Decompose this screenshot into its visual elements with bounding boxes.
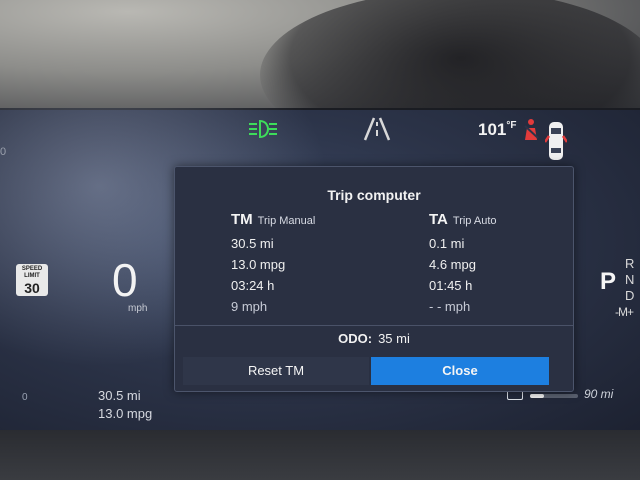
current-gear: P — [600, 268, 617, 295]
trip-auto-label: Trip Auto — [452, 215, 497, 227]
trip-auto-column: TA Trip Auto 0.1 mi 4.6 mpg 01:45 h - - m… — [429, 211, 497, 317]
headlight-icon — [246, 118, 280, 140]
temperature-unit: °F — [506, 120, 517, 131]
odometer-label: ODO: — [338, 331, 373, 346]
odometer: ODO: 35 mi — [175, 331, 573, 346]
speed-limit-value: 30 — [24, 280, 40, 296]
trip-auto-distance: 0.1 mi — [429, 236, 465, 251]
lane-assist-icon — [362, 116, 392, 142]
trip-manual-header: TM Trip Manual — [231, 211, 315, 233]
trip-auto-header: TA Trip Auto — [429, 211, 497, 233]
temperature-value: 101 — [478, 120, 507, 139]
gear-selector-list: R N D -M+ — [615, 256, 635, 320]
speed-unit: mph — [128, 303, 148, 314]
trip-manual-speed: 9 mph — [231, 299, 268, 314]
seatbelt-warning-icon — [520, 118, 542, 142]
car-door-icon — [543, 120, 569, 164]
edge-scale-label: 0 — [0, 146, 7, 158]
odometer-value: 35 mi — [378, 331, 410, 346]
reset-tm-button[interactable]: Reset TM — [183, 357, 369, 385]
dialog-title: Trip computer — [327, 187, 421, 203]
fuel-level-fill — [530, 394, 545, 398]
fuel-level-bar — [530, 394, 578, 398]
trip-computer-dialog: Trip computer TM Trip Manual 30.5 mi 13.0… — [174, 166, 574, 392]
bottom-trip-distance: 30.5 mi — [98, 388, 141, 403]
trip-manual-label: Trip Manual — [257, 215, 316, 227]
gear-n: N — [625, 272, 635, 287]
dashboard-bottom-trim — [0, 430, 640, 480]
speed-limit-sign: SPEED LIMIT 30 — [16, 264, 48, 296]
trip-manual-economy: 13.0 mpg — [231, 257, 286, 272]
dialog-divider — [175, 325, 573, 326]
trip-manual-time: 03:24 h — [231, 278, 275, 293]
trip-manual-distance: 30.5 mi — [231, 236, 274, 251]
gear-manual: -M+ — [615, 305, 634, 319]
fuel-range: 90 mi — [584, 387, 614, 401]
close-button[interactable]: Close — [371, 357, 549, 385]
bottom-trip-economy: 13.0 mpg — [98, 406, 153, 421]
trip-manual-abbr: TM — [231, 211, 253, 228]
outside-temperature: 101°F — [478, 120, 516, 140]
trip-auto-economy: 4.6 mpg — [429, 257, 476, 272]
trip-auto-abbr: TA — [429, 211, 448, 228]
current-speed: 0 — [112, 254, 138, 306]
trip-auto-time: 01:45 h — [429, 278, 473, 293]
bottom-scale-label: 0 — [22, 392, 28, 403]
gear-r: R — [625, 256, 635, 271]
trip-auto-speed: - - mph — [429, 299, 471, 314]
trip-manual-column: TM Trip Manual 30.5 mi 13.0 mpg 03:24 h 9… — [231, 211, 315, 317]
gear-d: D — [625, 288, 635, 303]
speed-limit-label: SPEED LIMIT — [21, 266, 43, 279]
